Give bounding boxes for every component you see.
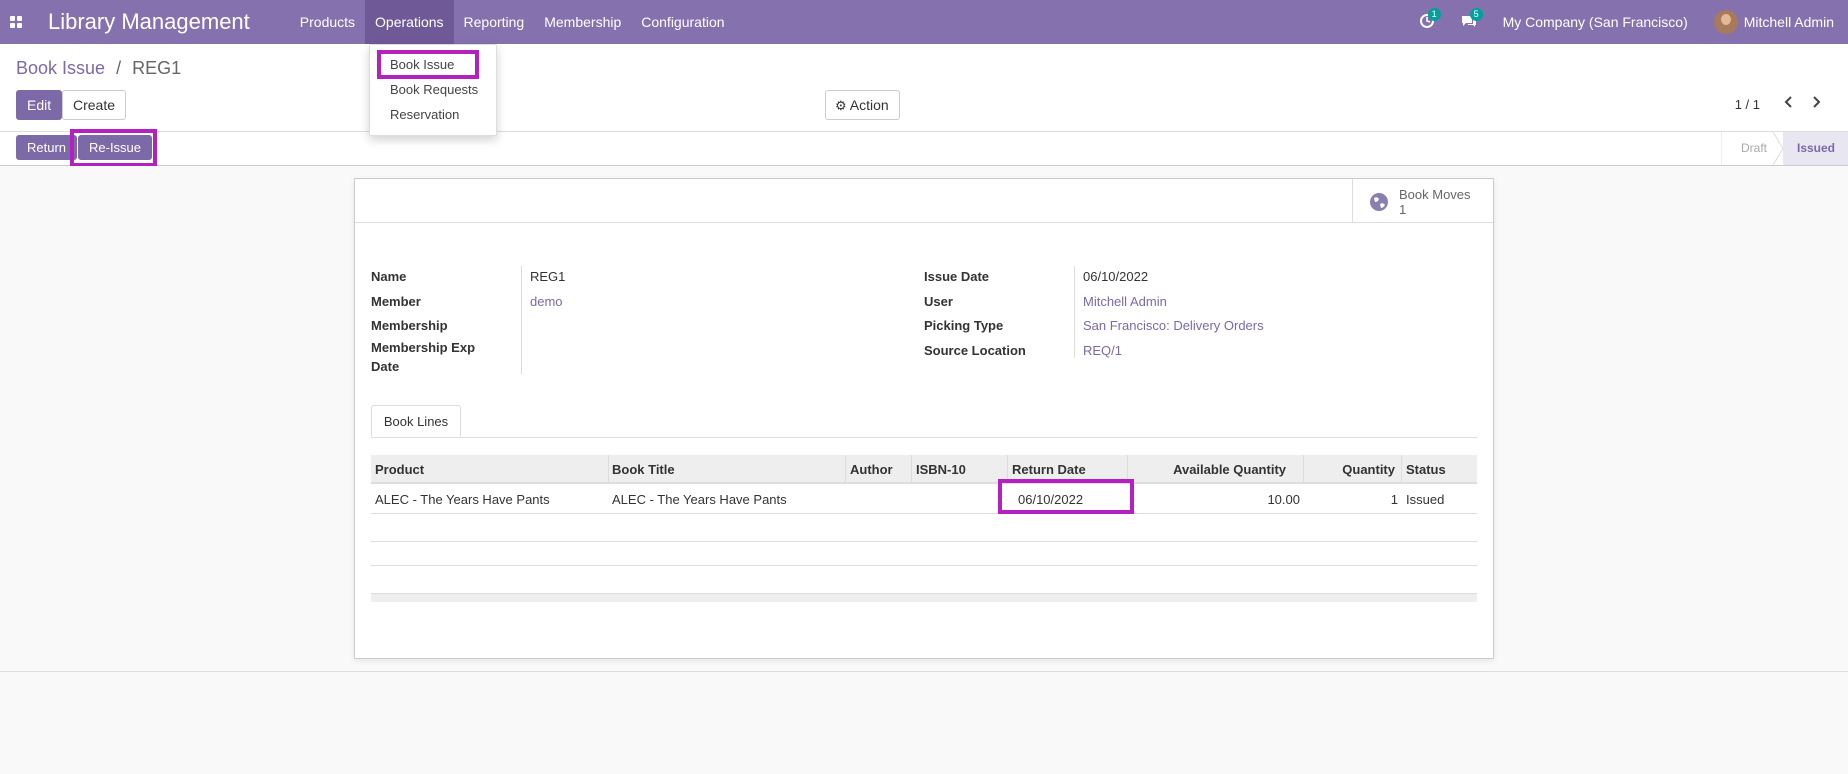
- breadcrumb-current: REG1: [132, 58, 182, 78]
- gear-icon: ⚙: [835, 98, 847, 113]
- app-title[interactable]: Library Management: [48, 9, 250, 35]
- source-location-label: Source Location: [924, 343, 1026, 358]
- column-available-quantity[interactable]: Available Quantity: [1128, 455, 1304, 484]
- company-switcher[interactable]: My Company (San Francisco): [1503, 14, 1688, 30]
- status-bar: Return Re-Issue Draft Issued: [0, 132, 1848, 166]
- user-menu[interactable]: Mitchell Admin: [1713, 10, 1834, 34]
- action-label: Action: [849, 97, 889, 113]
- column-isbn[interactable]: ISBN-10: [912, 455, 1008, 484]
- avatar: [1713, 10, 1738, 34]
- apps-menu-icon[interactable]: [0, 0, 32, 44]
- table-footer: [371, 594, 1477, 602]
- member-link[interactable]: demo: [530, 294, 563, 309]
- table-header: Product Book Title Author ISBN-10 Return…: [371, 455, 1477, 484]
- form-sheet: Book Moves 1 Name REG1 Member demo Membe…: [354, 178, 1494, 659]
- menu-configuration[interactable]: Configuration: [631, 0, 734, 44]
- name-value: REG1: [530, 269, 566, 284]
- menu-membership[interactable]: Membership: [534, 0, 631, 44]
- menu-reporting[interactable]: Reporting: [454, 0, 535, 44]
- pager-next-icon[interactable]: [1808, 94, 1824, 110]
- member-label: Member: [371, 294, 421, 309]
- membership-exp-date-label: Membership Exp Date: [371, 340, 476, 374]
- source-location-link[interactable]: REQ/1: [1083, 343, 1122, 358]
- name-label: Name: [371, 269, 407, 284]
- column-product[interactable]: Product: [371, 455, 609, 484]
- return-date-highlight-box: [998, 479, 1134, 514]
- tab-book-lines[interactable]: Book Lines: [371, 405, 461, 437]
- cell-quantity: 1: [1390, 492, 1398, 507]
- messages-chat-icon[interactable]: 5: [1461, 8, 1483, 31]
- book-moves-label: Book Moves: [1399, 187, 1471, 202]
- message-count-badge: 5: [1469, 8, 1483, 21]
- main-menu: Products Operations Reporting Membership…: [290, 0, 735, 44]
- tab-divider: [371, 437, 1477, 438]
- column-quantity[interactable]: Quantity: [1304, 455, 1402, 484]
- cell-status: Issued: [1406, 492, 1445, 507]
- globe-icon: [1370, 193, 1388, 211]
- pager-previous-icon[interactable]: [1781, 94, 1797, 110]
- user-link[interactable]: Mitchell Admin: [1083, 294, 1167, 309]
- book-moves-count: 1: [1399, 202, 1407, 217]
- membership-label: Membership: [371, 318, 448, 333]
- control-panel: Book Issue / REG1 Edit Create ⚙ Action 1…: [0, 44, 1848, 132]
- reissue-highlight-box: [70, 129, 157, 167]
- user-label: User: [924, 294, 953, 309]
- issue-date-label: Issue Date: [924, 269, 990, 284]
- stage-issued[interactable]: Issued: [1797, 132, 1835, 165]
- right-field-divider: [1074, 266, 1075, 358]
- picking-type-link[interactable]: San Francisco: Delivery Orders: [1083, 318, 1264, 333]
- dropdown-item-reservation[interactable]: Reservation: [390, 107, 459, 122]
- picking-type-label: Picking Type: [924, 318, 1004, 333]
- cell-book-title: ALEC - The Years Have Pants: [612, 492, 787, 507]
- edit-button[interactable]: Edit: [16, 90, 63, 120]
- cell-available-quantity: 10.00: [1267, 492, 1300, 507]
- row-divider: [371, 513, 1477, 514]
- activity-count-badge: 1: [1427, 8, 1441, 21]
- cell-author: [846, 486, 912, 514]
- row-divider: [371, 565, 1477, 566]
- menu-operations[interactable]: Operations: [365, 0, 454, 44]
- column-status[interactable]: Status: [1402, 455, 1477, 484]
- book-moves-button[interactable]: Book Moves 1: [1352, 179, 1493, 223]
- button-box: Book Moves 1: [355, 179, 1493, 223]
- breadcrumb: Book Issue / REG1: [16, 58, 181, 79]
- user-name: Mitchell Admin: [1743, 14, 1834, 30]
- return-button[interactable]: Return: [16, 135, 78, 160]
- stage-draft[interactable]: Draft: [1741, 132, 1767, 165]
- book-issue-highlight-box: [377, 50, 479, 79]
- left-field-divider: [521, 266, 522, 374]
- action-button[interactable]: ⚙ Action: [825, 90, 900, 120]
- activity-clock-icon[interactable]: 1: [1419, 8, 1441, 31]
- issue-date-value: 06/10/2022: [1083, 269, 1149, 284]
- dropdown-item-book-requests[interactable]: Book Requests: [390, 82, 478, 97]
- pager-value[interactable]: 1 / 1: [1735, 97, 1760, 112]
- breadcrumb-separator: /: [116, 58, 122, 78]
- top-navbar: Library Management Products Operations R…: [0, 0, 1848, 44]
- column-author[interactable]: Author: [846, 455, 912, 484]
- create-button[interactable]: Create: [62, 90, 127, 120]
- breadcrumb-parent-link[interactable]: Book Issue: [16, 58, 105, 78]
- cell-isbn: [912, 486, 1008, 514]
- row-divider: [371, 541, 1477, 542]
- menu-products[interactable]: Products: [290, 0, 365, 44]
- cell-product: ALEC - The Years Have Pants: [375, 492, 550, 507]
- column-book-title[interactable]: Book Title: [608, 455, 846, 484]
